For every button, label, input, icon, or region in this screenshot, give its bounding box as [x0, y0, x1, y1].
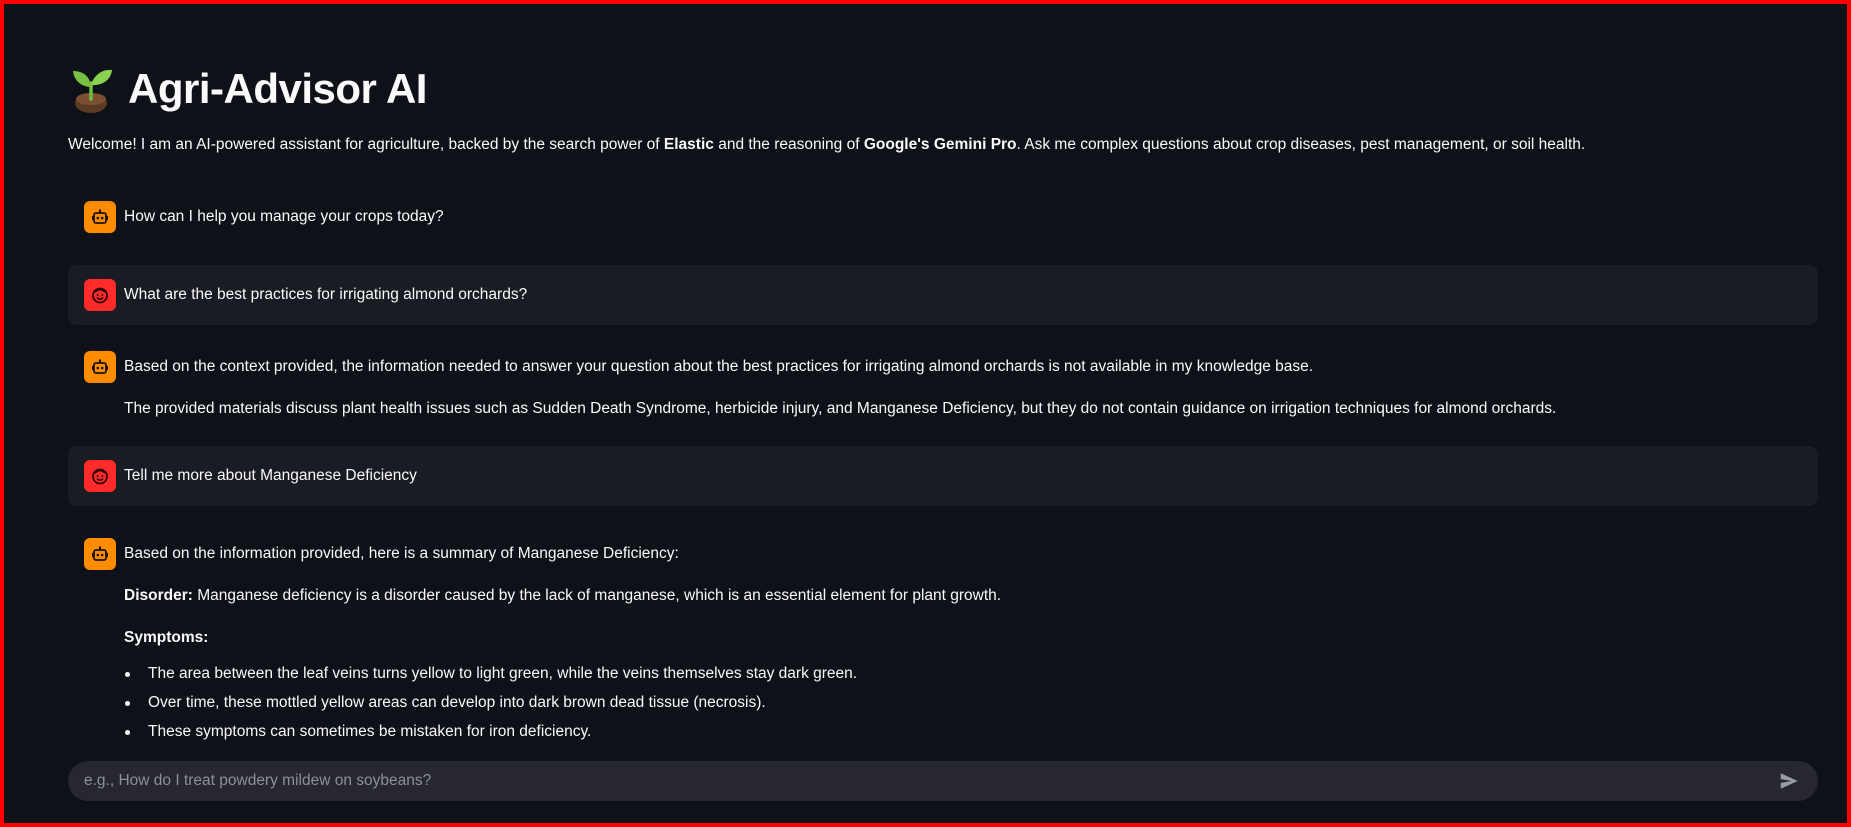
- list-item: The area between the leaf veins turns ye…: [124, 663, 1001, 685]
- message-paragraph: Based on the context provided, the infor…: [124, 358, 1314, 375]
- app-frame: Agri-Advisor AI Welcome! I am an AI-powe…: [0, 0, 1851, 827]
- send-icon: [1778, 770, 1800, 792]
- title-row: Agri-Advisor AI: [68, 62, 1818, 116]
- message-text: Based on the context provided, the infor…: [124, 351, 1556, 420]
- message-text: Tell me more about Manganese Deficiency: [124, 460, 417, 487]
- message-paragraph: How can I help you manage your crops tod…: [124, 208, 444, 225]
- message-text: What are the best practices for irrigati…: [124, 279, 527, 306]
- chat-message-assistant: Based on the context provided, the infor…: [68, 337, 1818, 434]
- chat-message-assistant: Based on the information provided, here …: [68, 524, 1818, 746]
- disorder-text: Manganese deficiency is a disorder cause…: [192, 587, 1002, 604]
- chat-history[interactable]: How can I help you manage your crops tod…: [68, 174, 1818, 746]
- send-button[interactable]: [1776, 768, 1802, 794]
- smiley-face-icon: [84, 279, 116, 311]
- symptoms-label: Symptoms:: [124, 629, 209, 646]
- intro-text: Welcome! I am an AI-powered assistant fo…: [68, 134, 1818, 156]
- intro-part: and the reasoning of: [713, 136, 864, 153]
- message-paragraph: Based on the information provided, here …: [124, 545, 679, 562]
- disorder-paragraph: Disorder: Manganese deficiency is a diso…: [124, 585, 1001, 607]
- message-paragraph: The provided materials discuss plant hea…: [124, 400, 1557, 417]
- robot-icon: [84, 351, 116, 383]
- intro-part: . Ask me complex questions about crop di…: [1016, 136, 1586, 153]
- symptoms-list: The area between the leaf veins turns ye…: [124, 663, 1001, 743]
- sprout-icon: [68, 65, 114, 113]
- intro-elastic: Elastic: [663, 136, 714, 153]
- list-item: Over time, these mottled yellow areas ca…: [124, 692, 1001, 714]
- symptoms-heading: Symptoms:: [124, 627, 1001, 649]
- list-item: These symptoms can sometimes be mistaken…: [124, 721, 1001, 743]
- intro-gemini: Google's Gemini Pro: [863, 136, 1017, 153]
- robot-icon: [84, 201, 116, 233]
- message-text: Based on the information provided, here …: [124, 538, 1001, 746]
- message-paragraph: Tell me more about Manganese Deficiency: [124, 467, 417, 484]
- chat-message-assistant: How can I help you manage your crops tod…: [68, 187, 1818, 247]
- message-text: How can I help you manage your crops tod…: [124, 201, 444, 228]
- page-title: Agri-Advisor AI: [128, 65, 427, 112]
- chat-message-user: What are the best practices for irrigati…: [68, 265, 1818, 325]
- chat-input[interactable]: [84, 772, 1776, 790]
- chat-message-user: Tell me more about Manganese Deficiency: [68, 446, 1818, 506]
- message-paragraph: What are the best practices for irrigati…: [124, 286, 528, 303]
- disorder-label: Disorder:: [124, 587, 193, 604]
- page-header: Agri-Advisor AI Welcome! I am an AI-powe…: [68, 62, 1818, 156]
- robot-icon: [84, 538, 116, 570]
- chat-input-bar: [68, 761, 1818, 801]
- smiley-face-icon: [84, 460, 116, 492]
- intro-part: Welcome! I am an AI-powered assistant fo…: [68, 136, 664, 153]
